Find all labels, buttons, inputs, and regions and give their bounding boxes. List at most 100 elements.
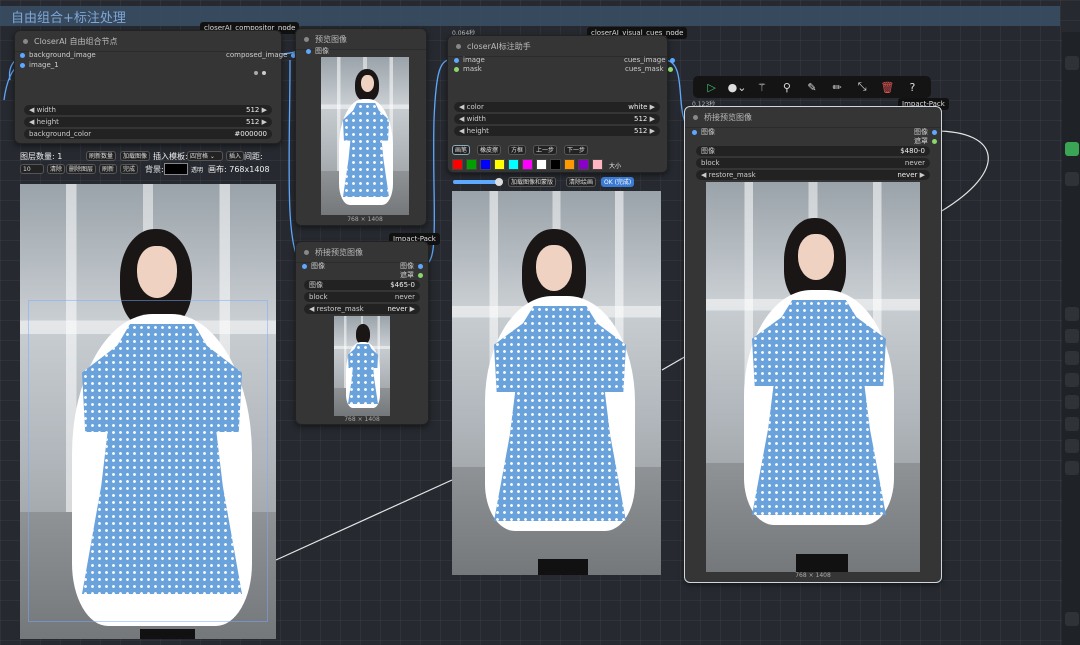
output-composed-image[interactable]: composed_image bbox=[226, 51, 300, 59]
cues-output-image[interactable]: cues_image bbox=[624, 56, 679, 64]
magic-wand-icon[interactable]: ⚚ bbox=[753, 81, 771, 94]
template-select[interactable]: 四宫格 ⌄ bbox=[187, 151, 223, 161]
cues-width-widget[interactable]: ◀ width 512 ▶ bbox=[454, 114, 660, 124]
cues-input-mask[interactable]: mask bbox=[450, 65, 482, 73]
bridge1-image-widget[interactable]: 图像 $465-0 bbox=[304, 280, 420, 290]
refresh-count-button[interactable]: 刷新数量 bbox=[86, 151, 117, 161]
spacing-label: 间距: bbox=[244, 152, 263, 161]
box-tool-button[interactable]: 方框 bbox=[508, 145, 527, 155]
layer-count-label: 图层数量: 1 bbox=[20, 152, 63, 161]
collapse-dot-icon[interactable] bbox=[456, 43, 461, 49]
cues-height-widget[interactable]: ◀ height 512 ▶ bbox=[454, 126, 660, 136]
clear-drawing-button[interactable]: 清除绘画 bbox=[566, 177, 597, 187]
redo-button[interactable]: 下一步 bbox=[564, 145, 589, 155]
help-icon[interactable]: ? bbox=[903, 81, 921, 94]
collapse-dot-icon[interactable] bbox=[693, 114, 698, 120]
preview-input-image[interactable]: 图像 bbox=[302, 46, 329, 56]
status-dot-icon bbox=[254, 71, 258, 75]
cues-node-title: closerAI标注助手 bbox=[467, 41, 531, 51]
cues-canvas-image[interactable] bbox=[452, 191, 661, 575]
ok-done-button[interactable]: OK (完成) bbox=[601, 177, 635, 187]
side-panel-button[interactable] bbox=[1065, 461, 1079, 475]
bridge2-input-image[interactable]: 图像 bbox=[688, 127, 715, 137]
color-swatch-orange[interactable] bbox=[564, 159, 575, 170]
bridge1-dimensions: 768 × 1408 bbox=[344, 416, 380, 423]
preview-image bbox=[321, 57, 409, 215]
bridge2-image-widget[interactable]: 图像 $480-0 bbox=[696, 146, 930, 156]
color-swatch-magenta[interactable] bbox=[522, 159, 533, 170]
brush-size-slider-handle[interactable] bbox=[495, 178, 503, 186]
wire-white-3 bbox=[934, 130, 989, 213]
color-swatch-purple[interactable] bbox=[578, 159, 589, 170]
load-image-mask-button[interactable]: 加载图像和蒙版 bbox=[508, 177, 557, 187]
color-swatch-black[interactable] bbox=[550, 159, 561, 170]
bridge2-restore-mask-widget[interactable]: ◀ restore_mask never ▶ bbox=[696, 170, 930, 180]
transparent-toggle[interactable]: 透明 bbox=[191, 165, 203, 174]
bridge2-image bbox=[706, 182, 920, 572]
color-swatch-pink[interactable] bbox=[592, 159, 603, 170]
side-panel-button[interactable] bbox=[1065, 417, 1079, 431]
bridge1-restore-mask-widget[interactable]: ◀ restore_mask never ▶ bbox=[304, 304, 420, 314]
color-circle-icon[interactable]: ●⌄ bbox=[728, 81, 747, 94]
spacing-input[interactable]: 10 bbox=[20, 164, 44, 174]
refresh-button[interactable]: 刷新 bbox=[99, 164, 118, 174]
collapse-dot-icon[interactable] bbox=[304, 36, 309, 42]
cues-color-widget[interactable]: ◀ color white ▶ bbox=[454, 102, 660, 112]
side-panel-button[interactable] bbox=[1065, 351, 1079, 365]
color-swatch-green[interactable] bbox=[466, 159, 477, 170]
side-panel-button[interactable] bbox=[1065, 329, 1079, 343]
eraser-tool-button[interactable]: 橡皮擦 bbox=[477, 145, 502, 155]
input-image-1[interactable]: image_1 bbox=[16, 61, 59, 69]
color-swatch-white[interactable] bbox=[536, 159, 547, 170]
pin-icon[interactable]: ⚲ bbox=[778, 81, 796, 94]
trash-icon[interactable]: 🗑 bbox=[878, 81, 896, 94]
bridge1-output-mask[interactable]: 遮罩 bbox=[400, 270, 427, 280]
delete-layer-button[interactable]: 删除图层 bbox=[66, 164, 97, 174]
load-image-button[interactable]: 加载图像 bbox=[120, 151, 151, 161]
insert-button[interactable]: 插入 bbox=[226, 151, 245, 161]
side-panel-button[interactable] bbox=[1065, 612, 1079, 626]
brush-size-slider[interactable] bbox=[453, 180, 501, 184]
edit-icon[interactable]: ✎ bbox=[803, 81, 821, 94]
height-widget[interactable]: ◀ height 512 ▶ bbox=[24, 117, 272, 127]
collapse-icon[interactable]: ⤡ bbox=[853, 80, 871, 94]
bridge1-image bbox=[334, 316, 390, 416]
bridge2-block-widget[interactable]: block never bbox=[696, 158, 930, 168]
bridge2-output-mask[interactable]: 遮罩 bbox=[914, 136, 941, 146]
cues-output-mask[interactable]: cues_mask bbox=[625, 65, 677, 73]
wire-white-1 bbox=[275, 479, 453, 561]
undo-button[interactable]: 上一步 bbox=[533, 145, 558, 155]
clear-button[interactable]: 清除 bbox=[47, 164, 66, 174]
side-panel-button[interactable] bbox=[1065, 56, 1079, 70]
size-label: 大小 bbox=[609, 163, 622, 170]
side-panel-button[interactable] bbox=[1065, 439, 1079, 453]
done-button[interactable]: 完成 bbox=[120, 164, 139, 174]
side-panel-button[interactable] bbox=[1065, 307, 1079, 321]
bridge1-title: 桥接预览图像 bbox=[315, 247, 363, 257]
color-swatch-blue[interactable] bbox=[480, 159, 491, 170]
collapse-dot-icon[interactable] bbox=[23, 38, 28, 44]
color-swatch-cyan[interactable] bbox=[508, 159, 519, 170]
color-swatch-red[interactable] bbox=[452, 159, 463, 170]
background-color-swatch[interactable] bbox=[164, 163, 188, 175]
brush-tool-button[interactable]: 画笔 bbox=[452, 145, 471, 155]
pencil-icon[interactable]: ✏ bbox=[828, 81, 846, 94]
side-panel-button[interactable] bbox=[1065, 373, 1079, 387]
background-color-widget[interactable]: background_color #000000 bbox=[24, 129, 272, 139]
bridge1-block-widget[interactable]: block never bbox=[304, 292, 420, 302]
collapse-dot-icon[interactable] bbox=[304, 249, 309, 255]
cues-input-image[interactable]: image bbox=[450, 56, 485, 64]
width-widget[interactable]: ◀ width 512 ▶ bbox=[24, 105, 272, 115]
layer-bounding-box[interactable] bbox=[28, 300, 268, 622]
right-side-panel bbox=[1062, 32, 1080, 645]
color-swatch-yellow[interactable] bbox=[494, 159, 505, 170]
bridge1-input-image[interactable]: 图像 bbox=[298, 261, 325, 271]
side-panel-button[interactable] bbox=[1065, 395, 1079, 409]
input-background-image[interactable]: background_image bbox=[16, 51, 96, 59]
insert-template-label: 插入模板: bbox=[153, 152, 188, 161]
compositor-node-title: CloserAI 自由组合节点 bbox=[34, 36, 118, 46]
play-icon[interactable]: ▷ bbox=[703, 81, 721, 94]
background-label: 背景: bbox=[145, 165, 164, 174]
node-toolbar: ▷ ●⌄ ⚚ ⚲ ✎ ✏ ⤡ 🗑 ? bbox=[693, 76, 931, 98]
side-panel-button[interactable] bbox=[1065, 172, 1079, 186]
